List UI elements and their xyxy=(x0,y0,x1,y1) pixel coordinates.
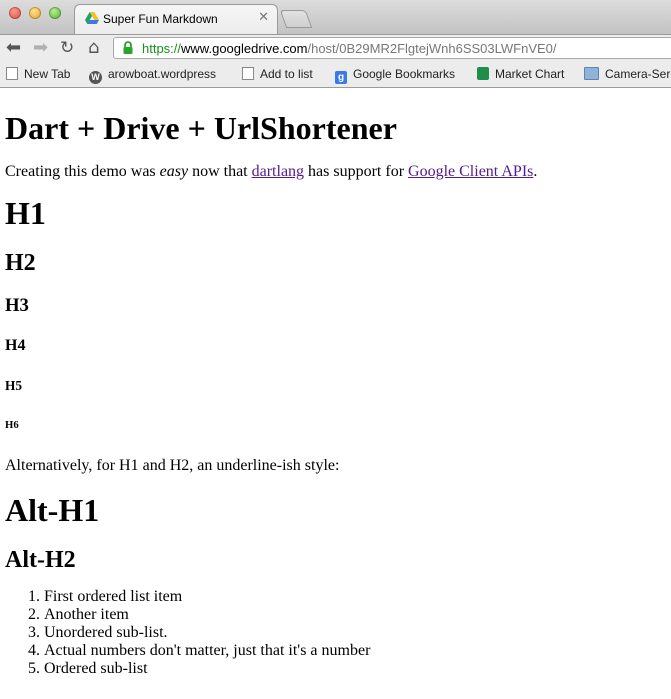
bookmark-label: Google Bookmarks xyxy=(353,67,456,81)
page-title: Dart + Drive + UrlShortener xyxy=(5,110,397,146)
tab-close-icon[interactable]: ✕ xyxy=(258,10,269,25)
bookmark-arowboat[interactable]: Warowboat.wordpress xyxy=(89,67,216,84)
intro-text: now that xyxy=(188,163,252,180)
list-item: Another item xyxy=(44,606,665,624)
bookmarks-bar: New Tab Warowboat.wordpress Add to list … xyxy=(0,62,671,88)
lock-icon xyxy=(123,41,133,54)
bookmark-label: arowboat.wordpress xyxy=(108,67,217,81)
browser-titlebar: Super Fun Markdown ✕ xyxy=(0,0,671,34)
bookmark-label: New Tab xyxy=(24,67,71,81)
google-client-apis-link[interactable]: Google Client APIs xyxy=(408,163,533,180)
ordered-list: First ordered list item Another item Uno… xyxy=(5,588,665,678)
intro-text: has support for xyxy=(304,163,409,180)
home-icon[interactable]: ⌂ xyxy=(88,38,99,58)
page-content: Dart + Drive + UrlShortener Creating thi… xyxy=(5,89,665,678)
bookmark-market-chart[interactable]: Market Chart xyxy=(477,67,564,81)
heading-h6: H6 xyxy=(5,419,19,431)
address-bar[interactable]: https://www.googledrive.com/host/0B29MR2… xyxy=(113,37,671,59)
wordpress-icon: W xyxy=(89,71,102,84)
reload-icon[interactable]: ↻ xyxy=(60,38,74,58)
back-arrow-icon[interactable]: ⬅ xyxy=(6,38,21,58)
heading-h1: H1 xyxy=(5,195,46,231)
url-text: https://www.googledrive.com/host/0B29MR2… xyxy=(142,41,557,56)
window-close-icon[interactable] xyxy=(9,7,21,19)
list-item: First ordered list item xyxy=(44,588,665,606)
browser-tab-active[interactable]: Super Fun Markdown ✕ xyxy=(74,4,278,34)
google-drive-icon xyxy=(85,12,99,24)
bookmark-camera-ser[interactable]: Camera-Ser xyxy=(584,67,670,81)
intro-text: Creating this demo was xyxy=(5,163,160,180)
new-tab-button[interactable] xyxy=(279,10,313,28)
list-item: Actual numbers don't matter, just that i… xyxy=(44,642,665,660)
window-maximize-icon[interactable] xyxy=(49,7,61,19)
bookmark-label: Market Chart xyxy=(495,67,565,81)
folder-icon xyxy=(584,67,599,80)
bookmark-label: Add to list xyxy=(260,67,313,81)
browser-toolbar: ⬅ ➡ ↻ ⌂ https://www.googledrive.com/host… xyxy=(0,34,671,62)
dartlang-link[interactable]: dartlang xyxy=(252,163,304,180)
intro-emphasis: easy xyxy=(159,163,189,180)
heading-alt-h2: Alt-H2 xyxy=(5,547,76,573)
bookmark-label: Camera-Ser xyxy=(605,67,671,81)
intro-text: . xyxy=(533,163,538,180)
bookmark-google-bookmarks[interactable]: g Google Bookmarks xyxy=(335,67,455,84)
page-icon xyxy=(6,67,18,80)
heading-h2: H2 xyxy=(5,250,36,276)
google-icon: g xyxy=(335,71,347,84)
url-path: /host/0B29MR2FlgtejWnh6SS03LWFnVE0/ xyxy=(307,41,557,56)
heading-h3: H3 xyxy=(5,295,29,316)
list-item: Unordered sub-list. xyxy=(44,624,665,642)
window-minimize-icon[interactable] xyxy=(29,7,41,19)
bookmark-new-tab[interactable]: New Tab xyxy=(6,67,70,81)
alt-note: Alternatively, for H1 and H2, an underli… xyxy=(5,457,340,474)
url-domain: www.googledrive.com xyxy=(181,41,308,56)
intro-paragraph: Creating this demo was easy now that dar… xyxy=(5,163,665,181)
forward-arrow-icon[interactable]: ➡ xyxy=(33,38,48,58)
heading-h5: H5 xyxy=(5,378,22,393)
chart-icon xyxy=(477,67,489,80)
heading-alt-h1: Alt-H1 xyxy=(5,492,100,528)
page-icon xyxy=(242,67,254,80)
heading-h4: H4 xyxy=(5,337,26,354)
tab-title: Super Fun Markdown xyxy=(103,12,218,26)
bookmark-add-to-list[interactable]: Add to list xyxy=(242,67,313,81)
url-scheme: https:// xyxy=(142,41,182,56)
list-item: Ordered sub-list xyxy=(44,660,665,678)
